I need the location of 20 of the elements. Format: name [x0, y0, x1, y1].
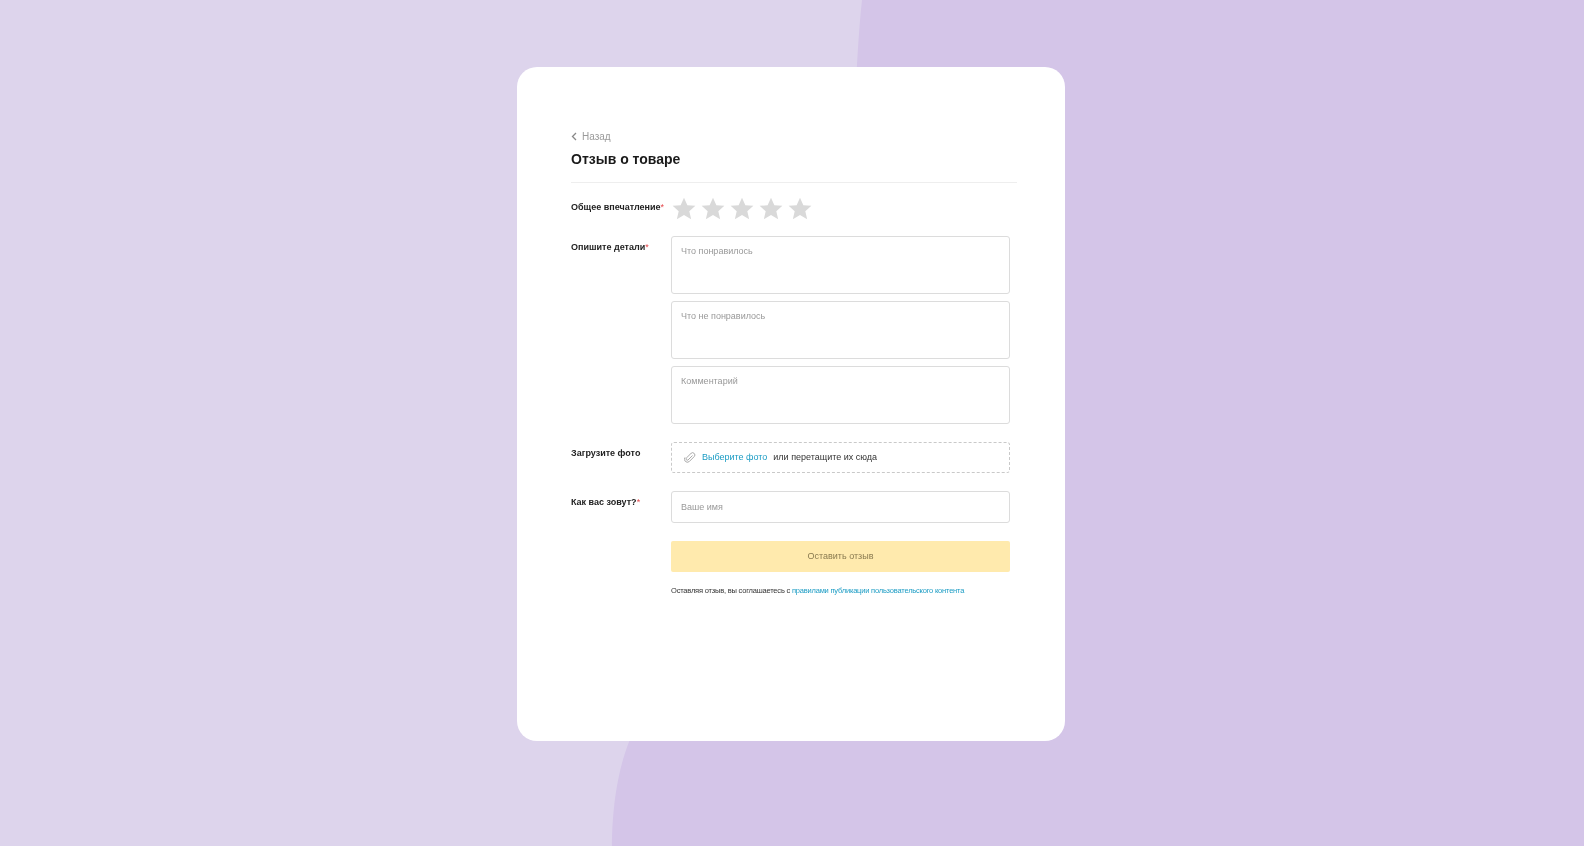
- text-area-field[interactable]: Комментарий: [671, 366, 1010, 424]
- upload-hint-text: или перетащите их сюда: [773, 450, 878, 464]
- back-link[interactable]: Назад: [571, 129, 1017, 144]
- star-icon[interactable]: [787, 196, 813, 222]
- page-title: Отзыв о товаре: [571, 149, 1017, 183]
- star-icon[interactable]: [758, 196, 784, 222]
- paperclip-icon: [684, 451, 696, 464]
- field-label: Общее впечатление*: [571, 201, 666, 214]
- text-area-field[interactable]: Что понравилось: [671, 236, 1010, 294]
- star-icon[interactable]: [671, 196, 697, 222]
- name-input-field[interactable]: Ваше имя: [671, 491, 1010, 523]
- star-icon[interactable]: [729, 196, 755, 222]
- choose-photo-link[interactable]: Выберите фото: [702, 450, 768, 465]
- chevron-left-icon: [571, 132, 577, 141]
- field-label: Загрузите фото: [571, 447, 642, 460]
- photo-upload-area[interactable]: Выберите фото или перетащите их сюда: [671, 442, 1010, 473]
- field-label: Как вас зовут?*: [571, 496, 642, 509]
- field-label: Опишите детали*: [571, 241, 650, 254]
- star-icon[interactable]: [700, 196, 726, 222]
- text-area-field[interactable]: Что не понравилось: [671, 301, 1010, 359]
